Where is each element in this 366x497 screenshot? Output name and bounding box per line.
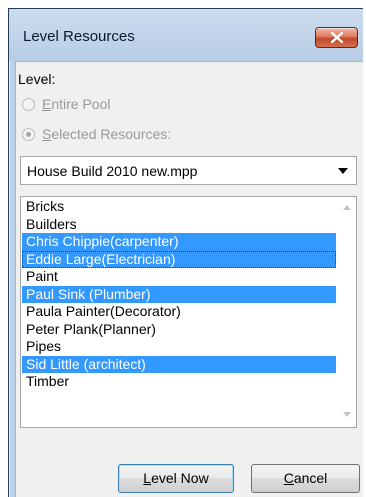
vertical-scrollbar[interactable] xyxy=(336,197,356,427)
project-select-value: House Build 2010 new.mpp xyxy=(27,163,198,179)
list-item[interactable]: Paint xyxy=(22,268,336,286)
list-item[interactable]: Timber xyxy=(22,373,336,391)
level-now-button[interactable]: Level Now xyxy=(118,464,234,493)
list-item[interactable]: Eddie Large(Electrician) xyxy=(22,250,336,268)
list-item[interactable]: Peter Plank(Planner) xyxy=(22,321,336,339)
close-x-icon xyxy=(331,32,343,43)
radio-selected-resources-label: Selected Resources: xyxy=(42,126,172,142)
scroll-down-arrow-icon[interactable] xyxy=(343,412,351,417)
dialog-body: Level: Entire Pool Selected Resources: H… xyxy=(15,61,363,497)
resources-listbox[interactable]: Bricks Builders Chris Chippie(carpenter) Ed… xyxy=(20,196,357,428)
list-item[interactable]: Sid Little (architect) xyxy=(22,355,336,373)
radio-selected-resources[interactable]: Selected Resources: xyxy=(22,124,171,144)
radio-button-icon[interactable] xyxy=(22,97,35,111)
resources-list-items: Bricks Builders Chris Chippie(carpenter) Ed… xyxy=(22,198,336,391)
title-bar[interactable]: Level Resources xyxy=(9,9,363,61)
list-item[interactable]: Paula Painter(Decorator) xyxy=(22,303,336,321)
radio-entire-pool[interactable]: Entire Pool xyxy=(22,94,111,114)
dropdown-arrow-icon[interactable] xyxy=(338,168,348,174)
close-button[interactable] xyxy=(315,27,358,48)
level-resources-dialog: Level Resources Level: Entire Pool Selec… xyxy=(8,8,363,497)
scroll-up-arrow-icon[interactable] xyxy=(343,205,351,210)
list-item[interactable]: Pipes xyxy=(22,338,336,356)
list-item[interactable]: Bricks xyxy=(22,198,336,216)
level-label: Level: xyxy=(18,71,56,87)
list-item[interactable]: Builders xyxy=(22,216,336,234)
list-item[interactable]: Chris Chippie(carpenter) xyxy=(22,233,336,251)
project-select[interactable]: House Build 2010 new.mpp xyxy=(20,156,357,185)
radio-button-checked-icon[interactable] xyxy=(22,127,35,141)
cancel-button[interactable]: Cancel xyxy=(251,464,360,493)
dialog-title: Level Resources xyxy=(23,28,135,45)
radio-entire-pool-label: Entire Pool xyxy=(42,96,111,112)
list-item[interactable]: Paul Sink (Plumber) xyxy=(22,285,336,303)
